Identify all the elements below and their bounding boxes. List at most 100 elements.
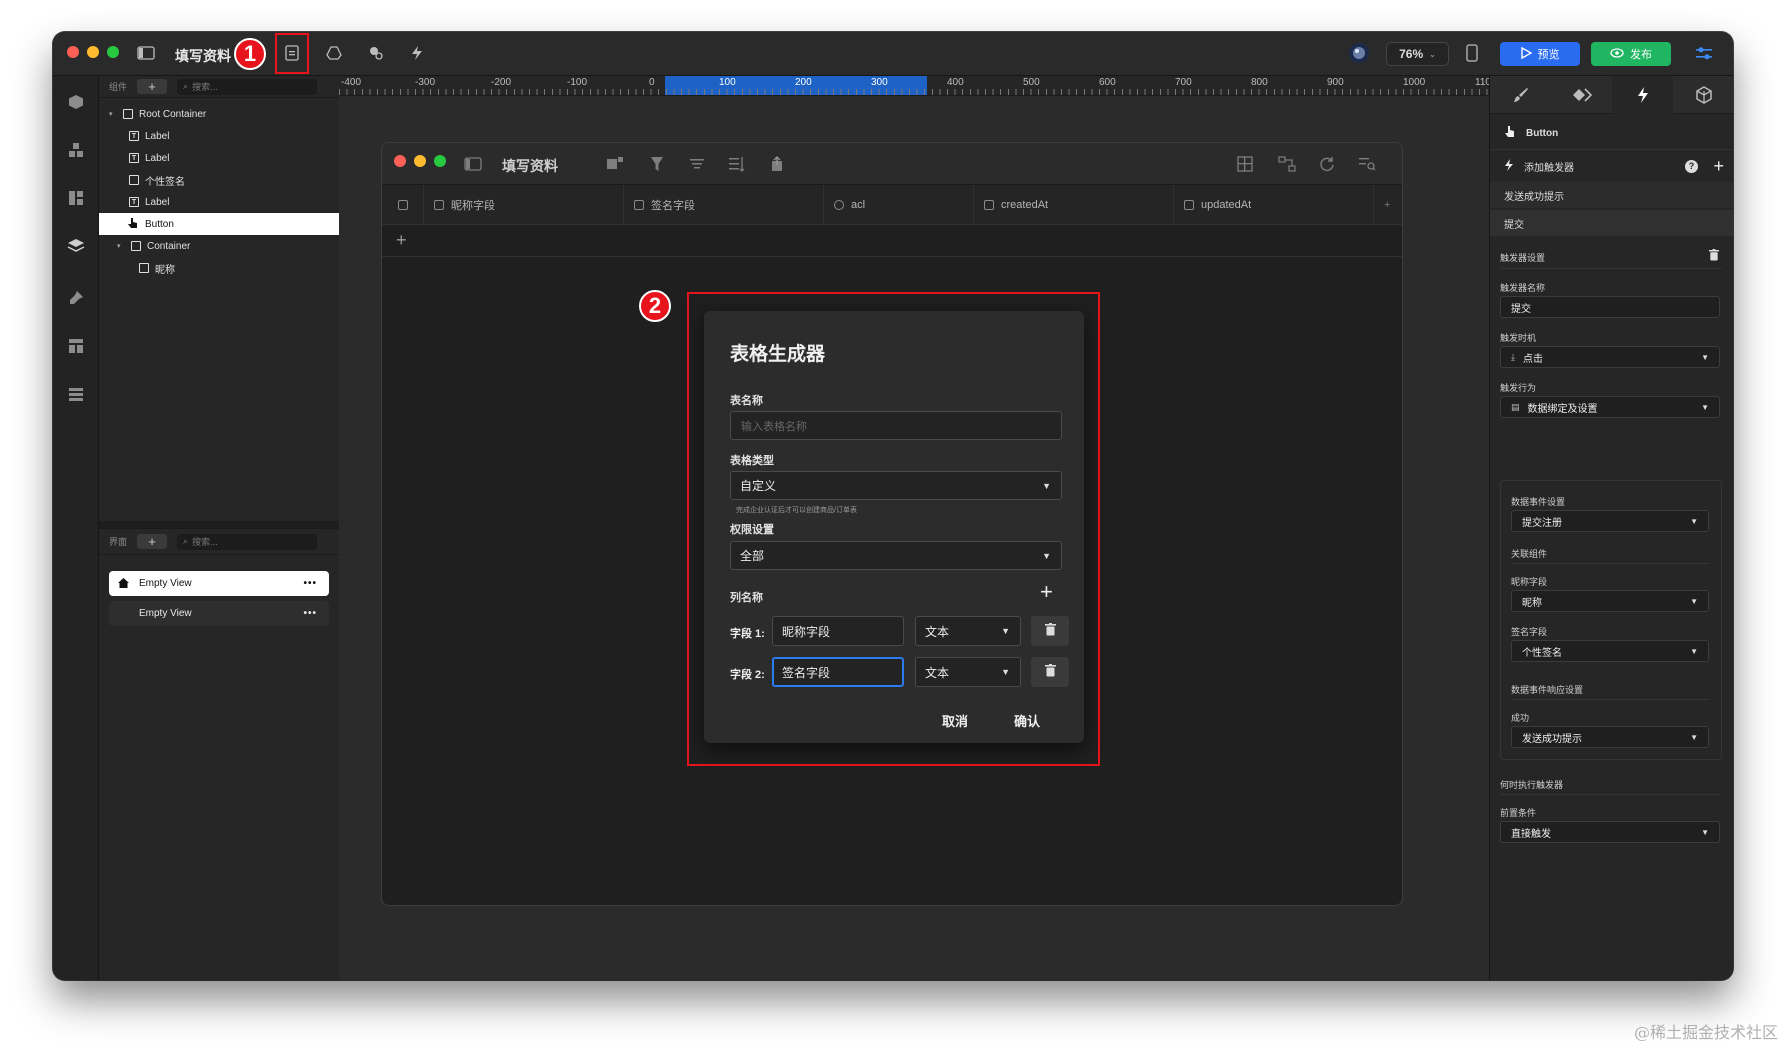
success-action-select[interactable]: 发送成功提示 ▼ [1511,726,1709,748]
text-field-icon [434,200,444,210]
relation-icon[interactable] [1276,153,1298,175]
tab-triggers-bolt-icon[interactable] [1612,76,1673,114]
search-icon: ⌕ [183,536,189,546]
refresh-icon[interactable] [1316,153,1338,175]
trigger-timing-label: 触发时机 [1500,333,1537,343]
action-flow-icon[interactable] [406,42,428,64]
column-header[interactable]: 签名字段 [624,185,824,225]
add-view-button[interactable]: + [137,534,168,549]
minimize-window-button[interactable] [87,46,99,58]
tree-item-label-2[interactable]: T Label [99,147,339,169]
maximize-window-button[interactable] [107,46,119,58]
table-generator-icon[interactable] [281,42,303,64]
layout-icon[interactable] [64,186,88,210]
pin-icon[interactable] [64,286,88,310]
tab-style-brush-icon[interactable] [1490,76,1551,114]
caret-down-icon[interactable]: ▾ [109,110,117,118]
add-trigger-row: 添加触发器 ? + [1490,152,1733,180]
search-list-icon[interactable] [1356,153,1378,175]
tab-binding-diamond-icon[interactable] [1551,76,1612,114]
trash-icon[interactable] [1709,249,1719,264]
nickname-field-select[interactable]: 昵称 ▼ [1511,590,1709,612]
tree-item-label: Container [147,240,191,252]
permission-select[interactable]: 全部 ▼ [730,541,1062,570]
tree-item-button[interactable]: Button [99,213,339,235]
add-trigger-button[interactable]: + [1713,156,1724,177]
column-header[interactable]: 昵称字段 [424,185,624,225]
add-row-icon[interactable]: + [396,230,407,251]
field-1-name-input[interactable]: 昵称字段 [772,616,904,646]
preview-button[interactable]: 预览 [1500,42,1580,66]
sidebar-toggle-icon[interactable] [462,153,484,175]
sort-icon[interactable] [726,153,748,175]
field-2-type-select[interactable]: 文本 ▼ [915,657,1021,687]
preview-label: 预览 [1537,49,1560,61]
trigger-list-item[interactable]: 提交 [1490,210,1733,236]
preview-maximize-button[interactable] [434,155,446,167]
tree-item-label-3[interactable]: T Label [99,191,339,213]
add-component-button[interactable]: + [137,79,168,94]
zoom-select[interactable]: 76% ⌄ [1386,42,1449,66]
tree-item-label-1[interactable]: T Label [99,125,339,147]
trigger-timing-select[interactable]: ⤓ 点击 ▼ [1500,346,1720,368]
list-icon[interactable] [64,382,88,406]
data-event-select[interactable]: 提交注册 ▼ [1511,510,1709,532]
publish-button[interactable]: 发布 [1591,42,1671,66]
group-icon[interactable] [686,153,708,175]
field-2-name-input[interactable]: 签名字段 [772,657,904,687]
column-header[interactable]: updatedAt [1174,185,1374,225]
tree-item-root-container[interactable]: ▾ Root Container [99,103,339,125]
confirm-button[interactable]: 确认 [1014,711,1040,730]
caret-down-icon[interactable]: ▾ [117,242,125,250]
tree-item-signature[interactable]: 个性签名 [99,169,339,191]
trigger-list-item[interactable]: 发送成功提示 [1490,182,1733,208]
field-1-type-select[interactable]: 文本 ▼ [915,616,1021,646]
table-view-icon[interactable] [604,153,626,175]
avatar[interactable] [1348,42,1370,64]
device-preview-icon[interactable] [1461,42,1483,64]
select-all-checkbox[interactable] [397,200,408,210]
preview-close-button[interactable] [394,155,406,167]
column-header[interactable]: acl [824,185,974,225]
column-header[interactable]: createdAt [974,185,1174,225]
table-type-select[interactable]: 自定义 ▼ [730,471,1062,500]
add-column-icon[interactable]: + [1374,185,1402,225]
tab-plugin-icon[interactable] [1673,76,1733,114]
add-column-button[interactable]: + [1040,581,1053,603]
view-search-placeholder: 搜索... [192,537,218,547]
help-icon[interactable]: ? [1685,159,1698,173]
trigger-action-select[interactable]: ▤ 数据绑定及设置 ▼ [1500,396,1720,418]
more-options-icon[interactable]: ••• [303,608,317,619]
data-source-icon[interactable] [365,42,387,64]
pages-icon[interactable] [64,334,88,358]
tree-item-nickname[interactable]: 昵称 [99,257,339,279]
tree-item-container[interactable]: ▾ Container [99,235,339,257]
trigger-name-input[interactable]: 提交 [1500,296,1720,318]
ruler-label: 400 [947,77,964,88]
drive-icon[interactable] [323,42,345,64]
view-item-second[interactable]: Empty View ••• [109,601,329,626]
signature-field-select[interactable]: 个性签名 ▼ [1511,640,1709,662]
close-window-button[interactable] [67,46,79,58]
filter-icon[interactable] [646,153,668,175]
sidebar-toggle-icon[interactable] [135,42,157,64]
export-icon[interactable] [766,153,788,175]
layout-grid-icon[interactable] [1234,153,1256,175]
view-item-home[interactable]: Empty View ••• [109,571,329,596]
view-search-input[interactable]: ⌕ 搜索... [177,533,318,550]
settings-sliders-icon[interactable] [1693,42,1715,64]
hand-pointer-icon [127,217,139,232]
preview-minimize-button[interactable] [414,155,426,167]
layers-icon[interactable] [64,234,88,258]
table-name-input[interactable]: 输入表格名称 [730,411,1062,440]
precondition-select[interactable]: 直接触发 ▼ [1500,821,1720,843]
add-row[interactable]: + [382,225,1402,257]
component-search-input[interactable]: ⌕ 搜索... [177,78,318,95]
components-cube-icon[interactable] [64,90,88,114]
field-1-delete-button[interactable] [1031,616,1069,646]
more-options-icon[interactable]: ••• [303,578,317,589]
field-2-delete-button[interactable] [1031,657,1069,687]
blocks-icon[interactable] [64,138,88,162]
eye-icon [1610,47,1624,61]
cancel-button[interactable]: 取消 [942,711,968,730]
